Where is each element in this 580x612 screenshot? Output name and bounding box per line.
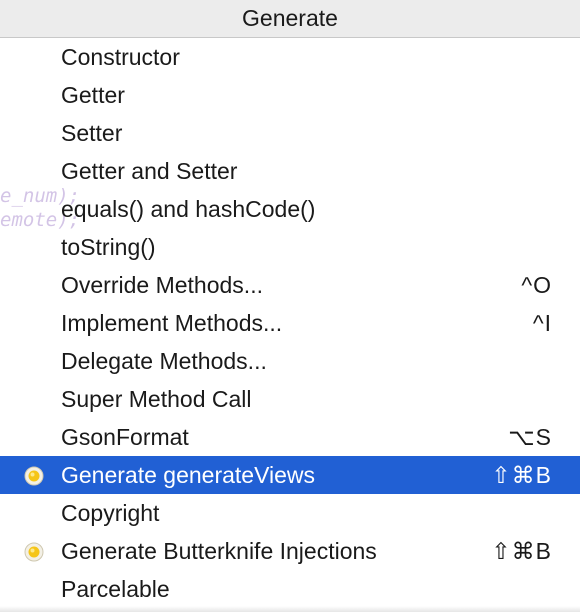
menu-item-gsonformat[interactable]: GsonFormat ⌥S (0, 418, 580, 456)
menu-item-label: Parcelable (61, 576, 170, 602)
menu-item-tostring[interactable]: toString() (0, 228, 580, 266)
plugin-icon (24, 466, 44, 486)
menu-item-getter[interactable]: Getter (0, 76, 580, 114)
menu-item-generate-butterknife-injections[interactable]: Generate Butterknife Injections ⇧⌘B (0, 532, 580, 570)
menu-item-equals-hashcode[interactable]: equals() and hashCode() (0, 190, 580, 228)
popup-bottom-edge (0, 606, 580, 612)
popup-title-bar: Generate (0, 0, 580, 38)
menu-item-shortcut: ⇧⌘B (491, 462, 552, 488)
menu-item-label: toString() (61, 234, 156, 260)
menu-item-implement-methods[interactable]: Implement Methods... ^I (0, 304, 580, 342)
menu-item-label: Delegate Methods... (61, 348, 267, 374)
menu-item-constructor[interactable]: Constructor (0, 38, 580, 76)
plugin-icon (24, 542, 44, 562)
menu-item-label: Implement Methods... (61, 310, 283, 336)
menu-item-shortcut: ^I (532, 310, 552, 336)
menu-item-shortcut: ⇧⌘B (491, 538, 552, 564)
menu-item-shortcut: ^O (521, 272, 552, 298)
menu-item-super-method-call[interactable]: Super Method Call (0, 380, 580, 418)
menu-item-delegate-methods[interactable]: Delegate Methods... (0, 342, 580, 380)
menu-item-label: Generate Butterknife Injections (61, 538, 377, 564)
menu-item-label: Copyright (61, 500, 160, 526)
menu-item-generate-generateviews[interactable]: Generate generateViews ⇧⌘B (0, 456, 580, 494)
menu-item-label: equals() and hashCode() (61, 196, 316, 222)
menu-item-parcelable[interactable]: Parcelable (0, 570, 580, 608)
menu-item-label: Generate generateViews (61, 462, 316, 488)
menu-item-override-methods[interactable]: Override Methods... ^O (0, 266, 580, 304)
menu-item-copyright[interactable]: Copyright (0, 494, 580, 532)
generate-menu: Constructor Getter Setter Getter and Set… (0, 38, 580, 608)
popup-title: Generate (242, 5, 338, 31)
menu-item-label: Setter (61, 120, 123, 146)
generate-popup: e_num); emote); Generate Constructor Get… (0, 0, 580, 612)
menu-item-shortcut: ⌥S (508, 424, 552, 450)
menu-item-label: Override Methods... (61, 272, 263, 298)
menu-item-label: GsonFormat (61, 424, 189, 450)
menu-item-getter-and-setter[interactable]: Getter and Setter (0, 152, 580, 190)
menu-item-label: Constructor (61, 44, 180, 70)
menu-item-setter[interactable]: Setter (0, 114, 580, 152)
menu-item-label: Getter (61, 82, 125, 108)
menu-item-label: Super Method Call (61, 386, 252, 412)
menu-item-label: Getter and Setter (61, 158, 238, 184)
